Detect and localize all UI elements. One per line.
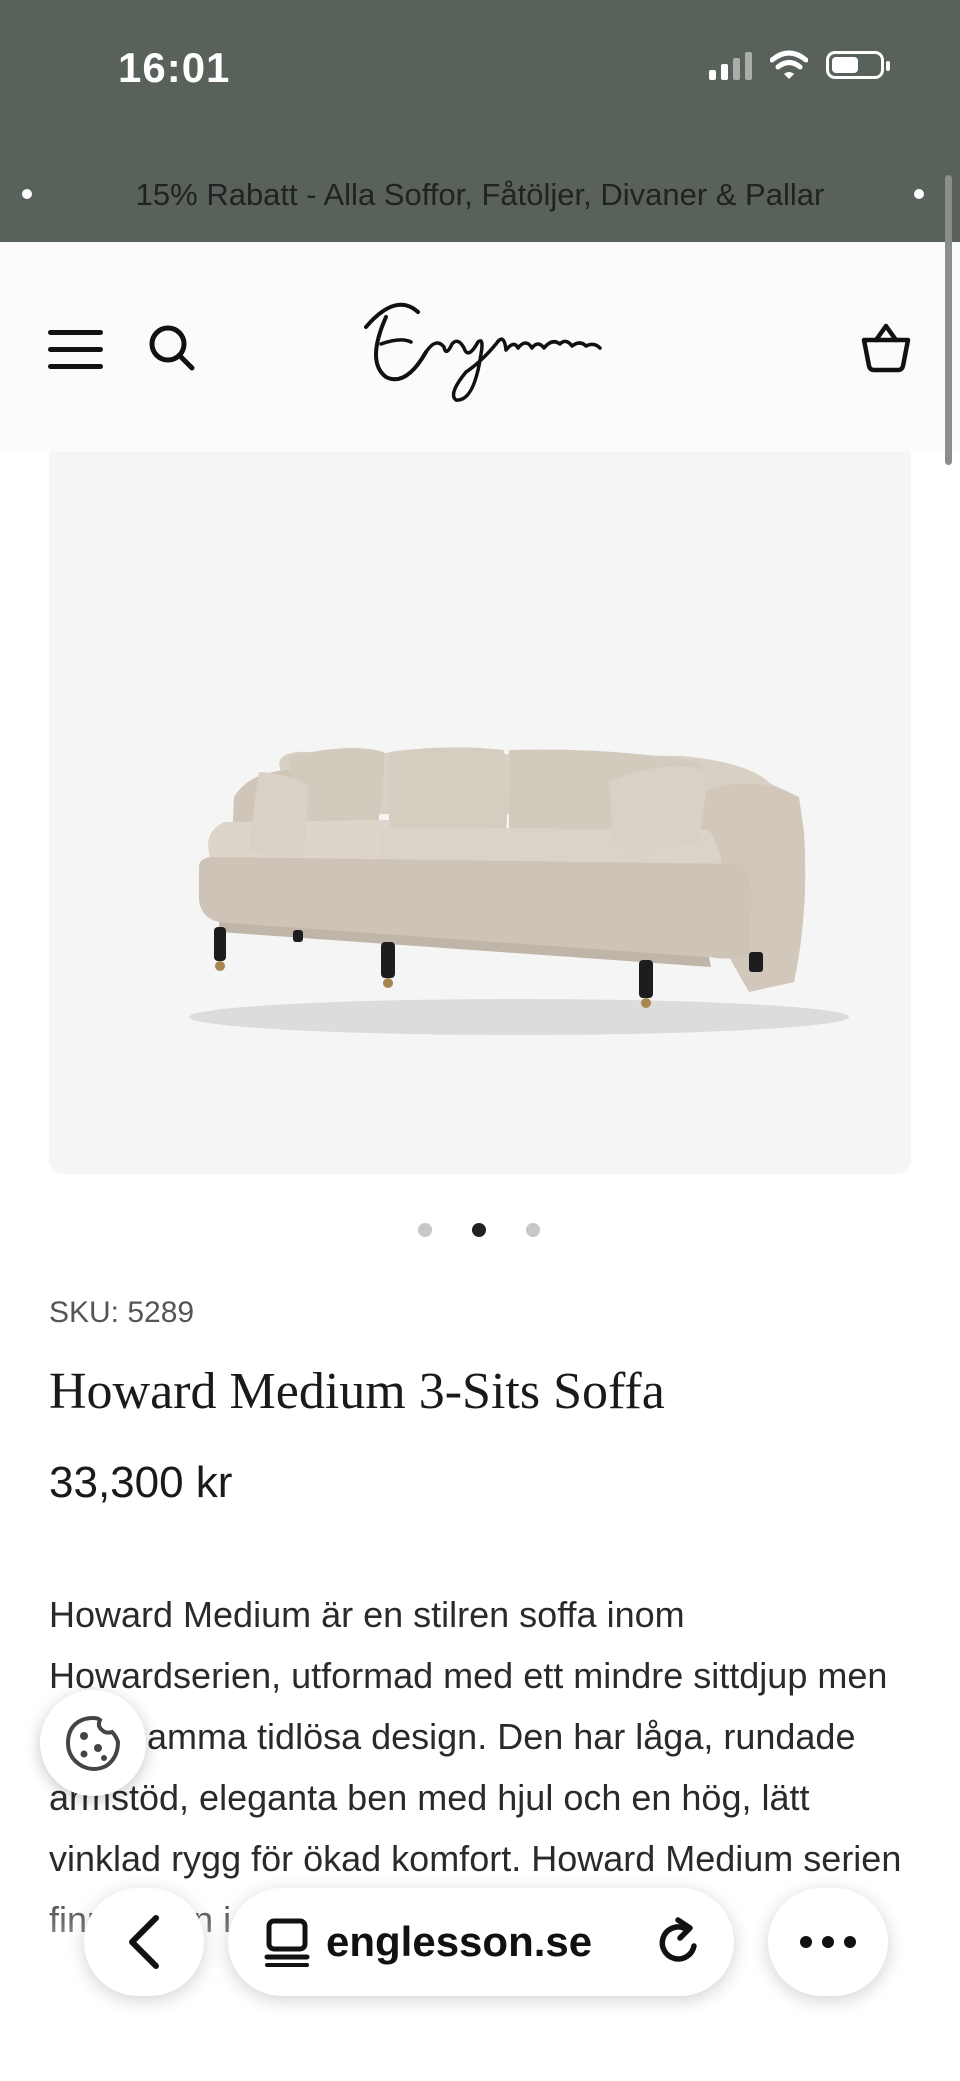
promo-banner[interactable]: 15% Rabatt - Alla Soffor, Fåtöljer, Diva… (0, 160, 960, 230)
battery-icon (826, 51, 890, 79)
gallery-dot-1[interactable] (418, 1223, 432, 1237)
englesson-logo[interactable] (356, 282, 604, 412)
search-icon[interactable] (146, 322, 198, 374)
cookie-settings-button[interactable] (40, 1690, 146, 1796)
product-sku: SKU: 5289 (49, 1296, 195, 1329)
browser-more-button[interactable] (768, 1888, 888, 1996)
more-icon (800, 1936, 856, 1948)
page-scrollbar[interactable] (945, 175, 952, 465)
promo-next-dot[interactable] (914, 189, 924, 199)
cookie-icon (65, 1715, 121, 1771)
status-time: 16:01 (118, 44, 231, 91)
basket-icon[interactable] (858, 318, 914, 374)
status-icons (709, 50, 890, 80)
product-image[interactable] (49, 452, 911, 1174)
menu-icon[interactable] (48, 330, 103, 370)
sofa-illustration (189, 747, 849, 1035)
browser-address-bar[interactable]: englesson.se (228, 1888, 734, 1996)
wifi-icon (770, 50, 808, 79)
chevron-left-icon (129, 1915, 159, 1969)
cellular-signal-icon (709, 50, 752, 80)
gallery-dot-2[interactable] (472, 1223, 486, 1237)
gallery-pagination (418, 1223, 540, 1237)
browser-back-button[interactable] (84, 1888, 204, 1996)
product-title: Howard Medium 3-Sits Soffa (49, 1363, 665, 1420)
gallery-dot-3[interactable] (526, 1223, 540, 1237)
reload-icon[interactable] (654, 1916, 704, 1968)
product-price: 33,300 kr (49, 1458, 233, 1507)
reader-mode-icon[interactable] (264, 1917, 310, 1967)
url-text: englesson.se (326, 1918, 593, 1965)
